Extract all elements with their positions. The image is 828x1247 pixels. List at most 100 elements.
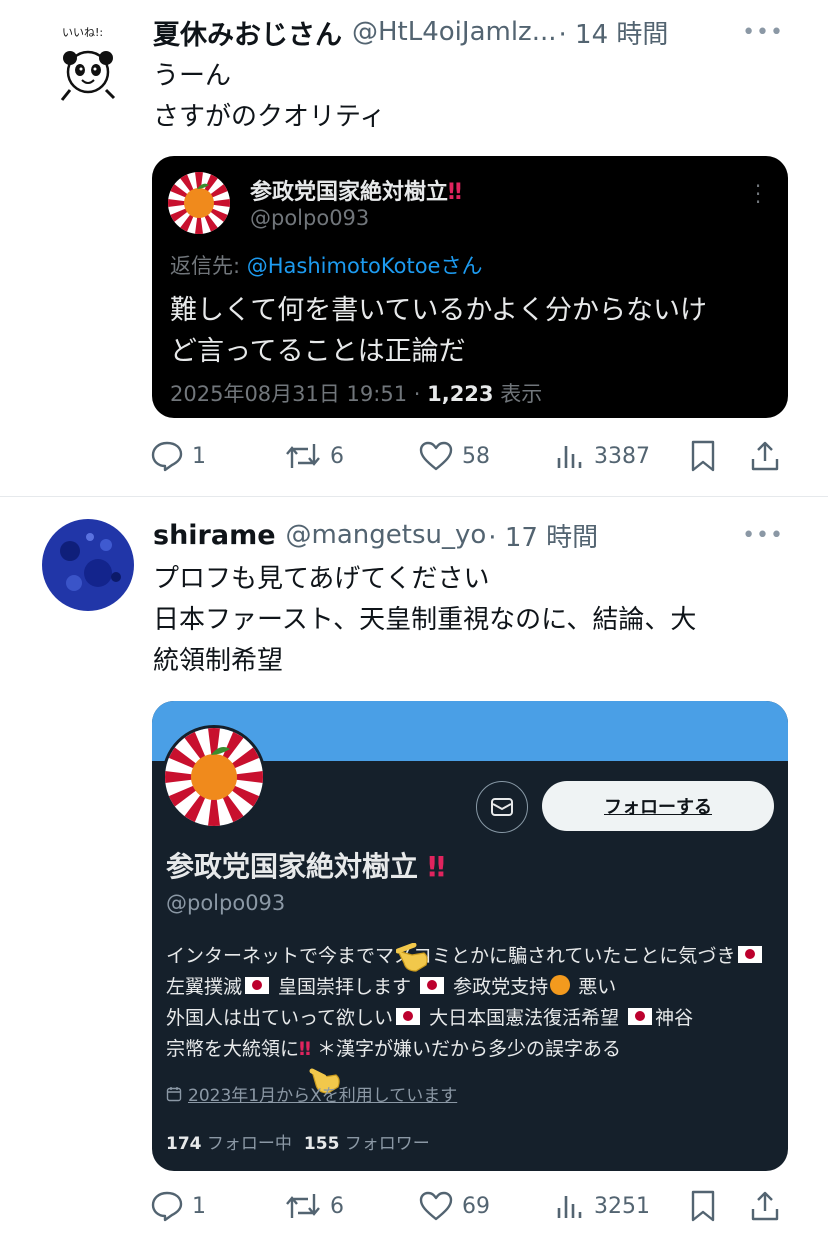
quoted-avatar[interactable] bbox=[168, 172, 230, 234]
post-time[interactable]: · 17 時間 bbox=[488, 517, 598, 553]
orange-emoji-icon bbox=[550, 975, 571, 995]
like-button[interactable]: 69 bbox=[418, 1188, 490, 1224]
japan-flag-icon bbox=[245, 977, 270, 994]
quoted-views-label: 表示 bbox=[493, 382, 543, 406]
bookmark-icon bbox=[691, 440, 715, 472]
bio-text: 参政党支持 bbox=[447, 976, 549, 998]
post[interactable]: shirame @mangetsu_yo · 17 時間 ••• プロフも見てあ… bbox=[0, 497, 828, 1247]
followers-label[interactable]: フォロワー bbox=[339, 1134, 430, 1154]
profile-name: 参政党国家絶対樹立 ‼ bbox=[166, 845, 445, 885]
avatar-caption: いいね!: bbox=[62, 26, 103, 39]
avatar[interactable] bbox=[40, 517, 136, 613]
bio-text: 皇国崇拝します bbox=[272, 976, 418, 998]
pointing-hand-emoji bbox=[396, 943, 428, 972]
profile-handle: @polpo093 bbox=[166, 891, 286, 915]
reply-icon bbox=[151, 441, 183, 472]
action-bar: 1 6 69 3251 bbox=[150, 1188, 790, 1224]
views-button[interactable]: 3251 bbox=[554, 1188, 650, 1224]
reply-mention-link[interactable]: @HashimotoKotoeさん bbox=[247, 254, 483, 278]
profile-avatar[interactable] bbox=[162, 725, 266, 829]
repost-button[interactable]: 6 bbox=[284, 438, 344, 474]
author-name[interactable]: 夏休みおじさん bbox=[153, 14, 342, 51]
panda-avatar-image: いいね!: bbox=[40, 12, 136, 108]
message-button[interactable] bbox=[476, 781, 528, 833]
like-icon bbox=[419, 1191, 453, 1221]
double-exclamation-emoji: ‼ bbox=[448, 180, 462, 205]
bio-text: 大日本国憲法復活希望 bbox=[423, 1007, 626, 1029]
more-icon[interactable]: ••• bbox=[742, 20, 784, 45]
quoted-author-handle[interactable]: @polpo093 bbox=[250, 206, 369, 230]
bookmark-icon bbox=[691, 1190, 715, 1222]
post-text: うーん さすがのクオリティ bbox=[153, 56, 798, 138]
views-icon bbox=[557, 446, 582, 468]
post[interactable]: いいね!: 夏休みおじさん @HtL4oiJamlz... · 14 時間 ••… bbox=[0, 0, 828, 496]
reply-context: 返信先: @HashimotoKotoeさん bbox=[170, 250, 482, 280]
bio-text: づき bbox=[697, 945, 736, 967]
japan-flag-icon bbox=[396, 1008, 421, 1025]
author-name[interactable]: shirame bbox=[153, 520, 276, 551]
japan-flag-icon bbox=[628, 1008, 653, 1025]
more-icon[interactable]: · · · bbox=[754, 176, 762, 212]
more-icon[interactable]: ••• bbox=[742, 523, 784, 548]
post-text-line: さすがのクオリティ bbox=[153, 102, 386, 132]
profile-stats: 174 フォロー中 155 フォロワー bbox=[166, 1129, 430, 1154]
author-handle[interactable]: @HtL4oiJamlz... bbox=[352, 17, 557, 47]
reply-icon bbox=[151, 1191, 183, 1222]
japan-flag-icon bbox=[420, 977, 445, 994]
reply-count: 1 bbox=[192, 443, 206, 469]
post-header: shirame @mangetsu_yo · 17 時間 bbox=[153, 517, 808, 553]
like-count: 69 bbox=[462, 1193, 490, 1219]
rising-sun-orange-icon bbox=[165, 728, 263, 826]
post-header: 夏休みおじさん @HtL4oiJamlz... · 14 時間 bbox=[153, 14, 808, 50]
bio-text: 悪い bbox=[572, 976, 617, 998]
post-time[interactable]: · 14 時間 bbox=[559, 14, 669, 50]
reply-button[interactable]: 1 bbox=[150, 438, 206, 474]
reply-button[interactable]: 1 bbox=[150, 1188, 206, 1224]
quoted-meta: 2025年08月31日 19:51 · 1,223 表示 bbox=[170, 378, 542, 408]
quoted-post[interactable]: 参政党国家絶対樹立‼ @polpo093 · · · 返信先: @Hashimoto… bbox=[152, 156, 788, 418]
bio-text: インターネットで今までマスコミとかに騙されていたことに気 bbox=[166, 945, 698, 967]
views-icon bbox=[557, 1196, 582, 1218]
post-text-line: プロフも見てあげてください bbox=[153, 564, 490, 594]
like-button[interactable]: 58 bbox=[418, 438, 490, 474]
profile-joined: 2023年1月からXを利用しています bbox=[166, 1081, 457, 1106]
reply-prefix: 返信先: bbox=[170, 254, 247, 278]
like-count: 58 bbox=[462, 443, 490, 469]
repost-button[interactable]: 6 bbox=[284, 1188, 344, 1224]
share-button[interactable] bbox=[748, 1188, 782, 1224]
follow-button[interactable]: フォローする bbox=[542, 781, 774, 831]
bookmark-button[interactable] bbox=[688, 1188, 718, 1224]
repost-count: 6 bbox=[330, 443, 344, 469]
share-button[interactable] bbox=[748, 438, 782, 474]
following-count[interactable]: 174 bbox=[166, 1134, 202, 1154]
mail-icon bbox=[491, 798, 513, 816]
double-exclamation-emoji: ‼ bbox=[427, 850, 446, 883]
bio-text: 左翼撲滅 bbox=[166, 976, 243, 998]
share-icon bbox=[751, 441, 779, 471]
followers-count[interactable]: 155 bbox=[304, 1134, 340, 1154]
avatar[interactable]: いいね!: bbox=[40, 12, 136, 108]
japan-flag-icon bbox=[738, 946, 763, 963]
author-handle[interactable]: @mangetsu_yo bbox=[286, 520, 487, 550]
quoted-author-name[interactable]: 参政党国家絶対樹立‼ bbox=[250, 174, 462, 206]
bio-text: ＊漢字が嫌いだから多少の誤字ある bbox=[310, 1038, 621, 1060]
views-count: 3387 bbox=[594, 443, 650, 469]
repost-icon bbox=[286, 1194, 320, 1218]
quoted-text-line: 難しくて何を書いているかよく分からないけ bbox=[170, 295, 708, 326]
post-text-line: 日本ファースト、天皇制重視なのに、結論、大 bbox=[153, 605, 697, 635]
repost-count: 6 bbox=[330, 1193, 344, 1219]
bio-text: 宗幣を大統領に bbox=[166, 1038, 300, 1060]
reply-count: 1 bbox=[192, 1193, 206, 1219]
joined-date: 2023年1月からXを利用しています bbox=[188, 1086, 458, 1106]
calendar-icon bbox=[166, 1086, 182, 1101]
profile-bio: インターネットで今までマスコミとかに騙されていたことに気づき 左翼撲滅 皇国崇拝… bbox=[166, 941, 774, 1065]
action-bar: 1 6 58 3387 bbox=[150, 438, 790, 474]
views-button[interactable]: 3387 bbox=[554, 438, 650, 474]
rising-sun-orange-icon bbox=[168, 172, 230, 234]
profile-card[interactable]: フォローする 参政党国家絶対樹立 ‼ @polpo093 インターネットで今まで… bbox=[152, 701, 788, 1171]
bookmark-button[interactable] bbox=[688, 438, 718, 474]
quoted-text: 難しくて何を書いているかよく分からないけ ど言ってることは正論だ bbox=[170, 290, 770, 372]
following-label[interactable]: フォロー中 bbox=[202, 1134, 292, 1154]
profile-name-text: 参政党国家絶対樹立 bbox=[166, 850, 419, 883]
double-exclamation-emoji: ‼ bbox=[299, 1038, 311, 1060]
